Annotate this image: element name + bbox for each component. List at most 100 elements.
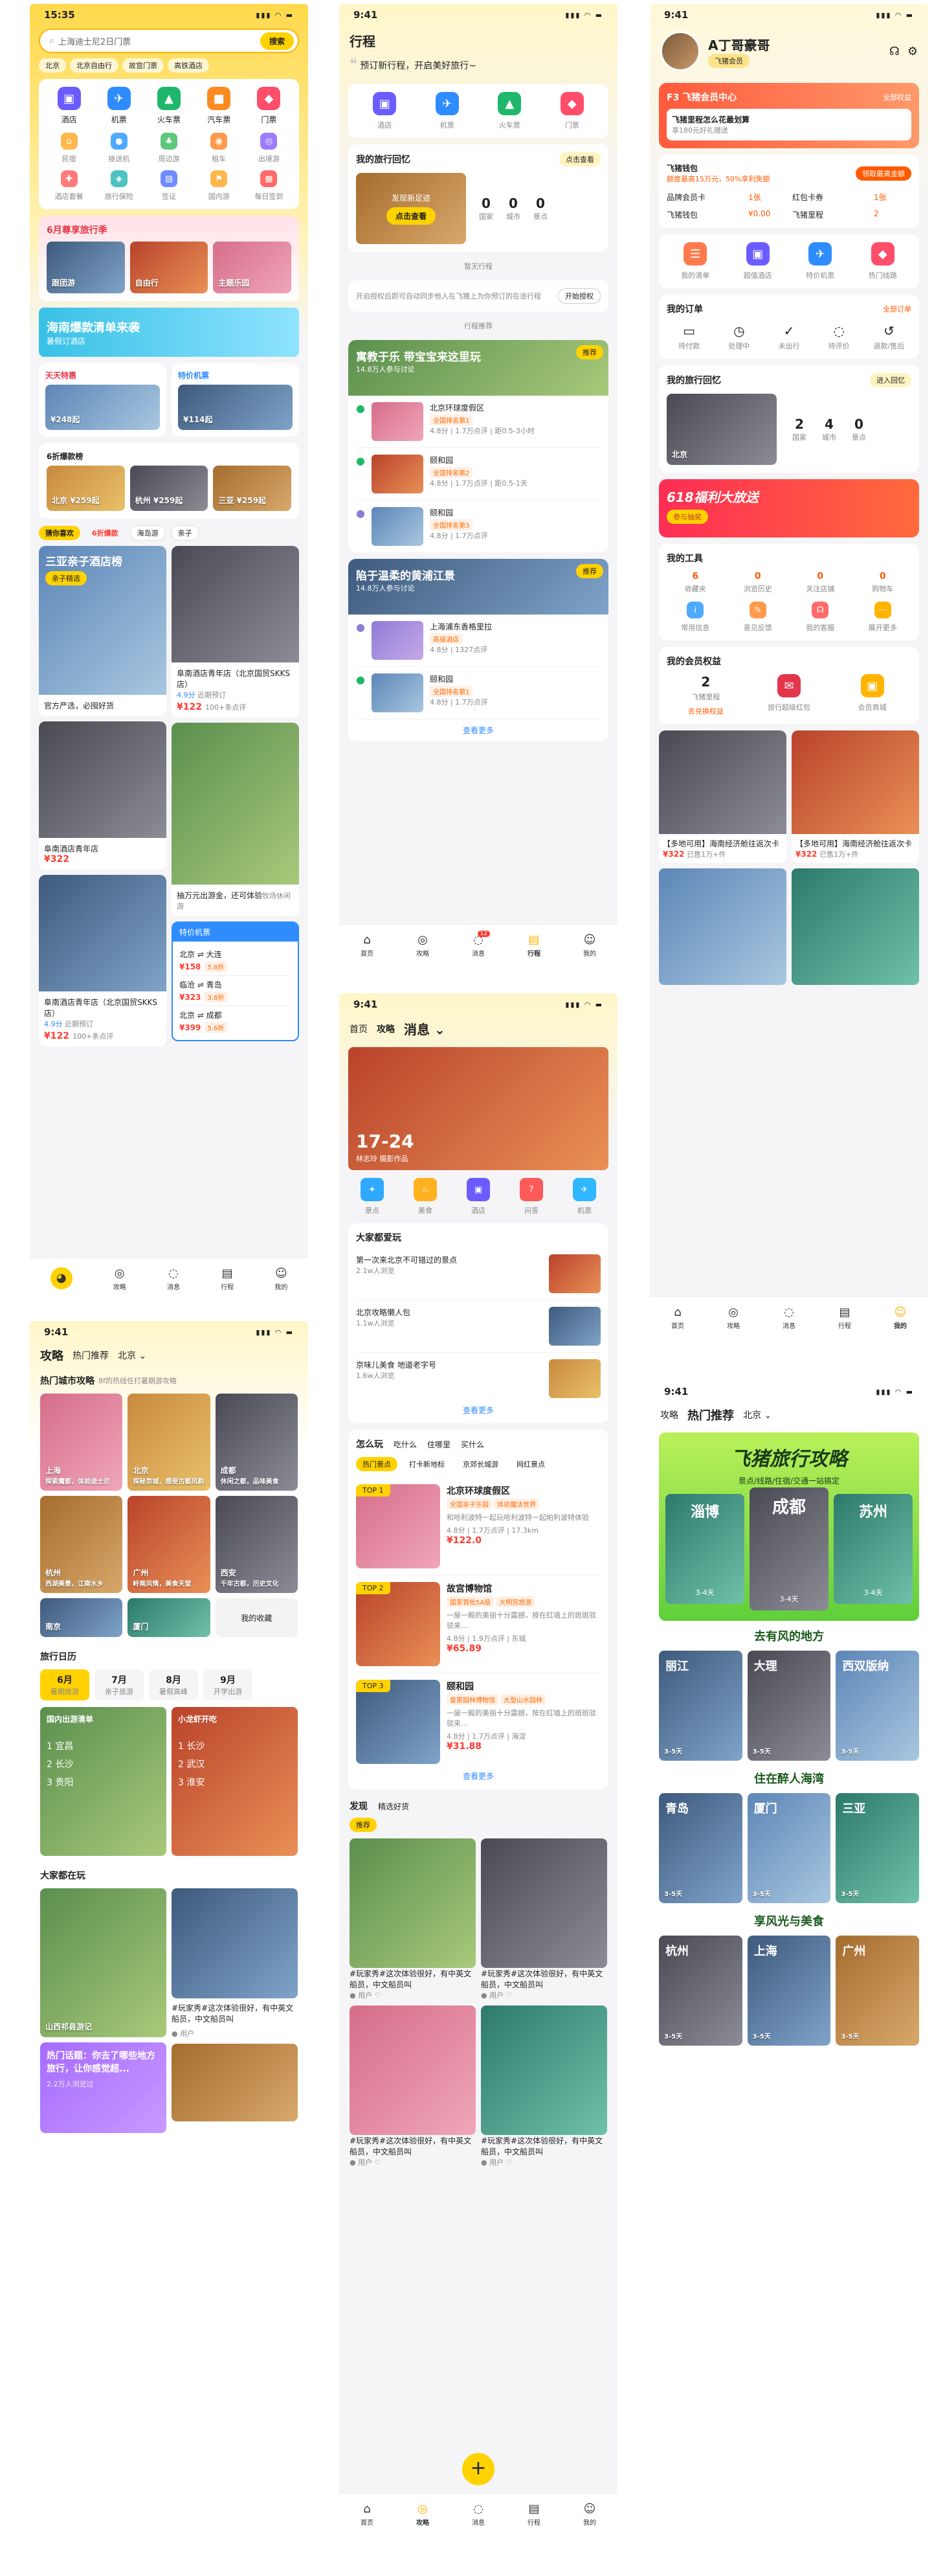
618-banner[interactable]: 618福利大放送 参与抽奖: [659, 479, 919, 537]
product-card[interactable]: [659, 868, 786, 985]
rank-tile[interactable]: 北京 ¥259起: [47, 466, 125, 511]
tab-mine[interactable]: ☺ 我的: [274, 1267, 287, 1291]
avatar[interactable]: [660, 31, 700, 71]
view-more-link[interactable]: 查看更多: [348, 719, 608, 741]
feed-card[interactable]: 阜南酒店青年店（北京国贸SKKS店） 4.9分 近期预订 ¥122 100+条点…: [39, 875, 166, 1046]
cat-hotel[interactable]: ▣ 酒店: [454, 1178, 502, 1215]
calendar-card[interactable]: 小龙虾开吃 1 长沙 2 武汉 3 淮安: [172, 1707, 298, 1856]
feed-card[interactable]: 三亚亲子酒店榜 亲子精选 官方严选，必囤好货: [39, 546, 166, 716]
month-tab[interactable]: 9月 开学出游: [203, 1669, 252, 1700]
book-train[interactable]: ▲ 火车票: [481, 92, 539, 130]
tab-message[interactable]: ◌ 消息: [472, 2502, 485, 2527]
feed-tab[interactable]: 亲子: [170, 525, 199, 541]
order-status[interactable]: ✓ 未出行: [766, 323, 811, 351]
top-city-card[interactable]: 淄博 3-4天: [665, 1494, 744, 1604]
spot-item[interactable]: TOP 3 颐和园 皇家园林博物馆 大型山水园林 一屋一殿的美丽十分震撼，按在红墙上的…: [356, 1673, 601, 1770]
city-card[interactable]: 广州 岭南风情，美食天堂: [128, 1496, 210, 1593]
tab-guide[interactable]: ◎ 攻略: [113, 1267, 126, 1291]
tool-stat[interactable]: 0 购物车: [854, 571, 912, 594]
promo-tile[interactable]: 自由行: [129, 242, 208, 293]
sub-service[interactable]: ▤ 签证: [146, 170, 191, 201]
city-card[interactable]: 大理 3-5天: [747, 1651, 831, 1761]
quick-tag[interactable]: 高铁酒店: [168, 58, 209, 73]
tab-guide[interactable]: ◎ 攻略: [727, 1305, 740, 1330]
city-card[interactable]: 三亚 3-5天: [836, 1793, 919, 1903]
city-card[interactable]: 广州 3-5天: [836, 1936, 919, 2046]
flight-deal-row[interactable]: 北京 ⇌ 大连 ¥158 5.8折: [179, 945, 291, 976]
post-card[interactable]: #玩家秀#这次体验很好，有中英文船员，中文船员叫 ● 用户 ♡: [350, 1838, 476, 2000]
daily-deal-card[interactable]: 天天特惠 ¥248起: [39, 363, 166, 436]
city-card[interactable]: 上海 探索魔都，体验迪士尼: [40, 1394, 123, 1491]
quick-tag[interactable]: 故宫门票: [122, 58, 164, 73]
memory-thumb[interactable]: 北京: [667, 394, 777, 465]
all-orders-link[interactable]: 全部订单: [883, 304, 911, 314]
book-hotel[interactable]: ▣ 酒店: [356, 92, 414, 130]
tab-message[interactable]: ◌ 消息: [783, 1305, 795, 1330]
tab-message[interactable]: ◌ 消息: [167, 1267, 180, 1291]
feed-tab[interactable]: 海岛游: [129, 525, 166, 541]
how-tab[interactable]: 吃什么: [394, 1439, 417, 1450]
sub-service[interactable]: ▦ 每日签到: [247, 170, 291, 201]
tool-entry[interactable]: ⋯ 展开更多: [854, 602, 912, 633]
city-select[interactable]: 北京 ⌄: [118, 1349, 146, 1362]
view-more-link[interactable]: 查看更多: [356, 1405, 601, 1416]
tab-mine[interactable]: ☺ 我的: [894, 1305, 907, 1330]
love-item[interactable]: 第一次来北京不可错过的景点 2.1w人浏览: [356, 1248, 601, 1300]
promo-tile[interactable]: 主题乐园: [213, 242, 291, 293]
tab-guide[interactable]: 攻略: [40, 1347, 63, 1364]
cat-spot[interactable]: ✦ 景点: [348, 1178, 396, 1215]
post-card[interactable]: #玩家秀#这次体验很好，有中英文船员，中文船员叫 ● 用户 ♡: [481, 1838, 607, 2000]
city-card[interactable]: 北京 探秘京城，感受古都风韵: [128, 1394, 210, 1491]
city-card[interactable]: 青岛 3-5天: [659, 1793, 742, 1903]
hainan-banner[interactable]: 海南爆款清单来袭 暑假订酒店: [39, 308, 299, 357]
feed-tab[interactable]: 6折爆款: [85, 526, 125, 540]
post-card[interactable]: #玩家秀#这次体验很好，有中英文船员，中文船员叫 ● 用户 ♡: [350, 2005, 476, 2167]
recommend-banner[interactable]: 寓教于乐 带宝宝来这里玩 14.8万人参与讨论 推荐: [348, 340, 608, 396]
tab-guide[interactable]: ◎ 攻略: [416, 2502, 429, 2527]
add-post-button[interactable]: +: [462, 2453, 495, 2485]
spot-item[interactable]: TOP 2 故宫博物馆 国家首批5A级 大明宫旅游 一屋一殿的美丽十分震撼，按在红墙上…: [356, 1576, 601, 1673]
feed-card[interactable]: 抽万元出游金，还可体验牧场休闲游: [172, 723, 299, 916]
memory-view-button[interactable]: 点击查看: [559, 152, 601, 166]
tab-hot[interactable]: 热门推荐: [72, 1349, 109, 1362]
order-status[interactable]: ◌ 待评价: [817, 323, 862, 351]
poi-item[interactable]: ● 上海浦东香格里拉 高级酒店 4.8分 | 1327点评: [356, 615, 601, 667]
vip-item[interactable]: 2 飞猪里程 去兑换权益: [667, 674, 745, 716]
feed-card[interactable]: 阜南酒店青年店（北京国贸SKKS店） 4.9分 近期预订 ¥122 100+条点…: [172, 546, 299, 717]
product-card[interactable]: 【多地可用】海南经济舱往返次卡 ¥322 已售1万+件: [659, 730, 786, 863]
question-card[interactable]: 热门话题：你去了哪些地方旅行，让你感觉超... 2.2万人浏览过: [40, 2042, 166, 2133]
tool-stat[interactable]: 6 收藏夹: [667, 571, 724, 594]
tab-guide[interactable]: 攻略: [660, 1408, 678, 1421]
sub-service[interactable]: ● 接送机: [96, 133, 141, 164]
find-tab[interactable]: 发现: [350, 1800, 368, 1813]
tab-message[interactable]: ◌ 消息 12: [472, 930, 490, 958]
tool-entry[interactable]: ☊ 我的客服: [792, 602, 849, 633]
city-card[interactable]: 厦门 3-5天: [747, 1793, 831, 1903]
quick-entry[interactable]: ✈ 特价机票: [792, 242, 849, 280]
tab-mine[interactable]: ☺ 我的: [583, 2502, 596, 2527]
flight-deals-card[interactable]: 特价机票 北京 ⇌ 大连 ¥158 5.8折 临沧 ⇌ 青岛 ¥323 3.8折 北…: [172, 921, 299, 1041]
tab-hot[interactable]: 攻略: [377, 1022, 395, 1035]
book-flight[interactable]: ✈ 机票: [419, 92, 476, 130]
tool-entry[interactable]: i 常用信息: [667, 602, 724, 633]
sub-service[interactable]: ◈ 旅行保险: [96, 170, 141, 201]
how-tab-active[interactable]: 怎么玩: [356, 1438, 383, 1451]
search-bar[interactable]: ⌕ 上海迪士尼2日门票 搜索: [39, 28, 299, 53]
service-hotel[interactable]: ▣ 酒店: [47, 87, 91, 125]
search-button[interactable]: 搜索: [260, 32, 294, 50]
order-status[interactable]: ◷ 处理中: [717, 323, 761, 351]
tool-stat[interactable]: 0 关注店铺: [792, 571, 849, 594]
city-card[interactable]: 西双版纳 3-5天: [836, 1651, 919, 1761]
tab-home[interactable]: ◕: [50, 1267, 72, 1291]
favorites-button[interactable]: 我的收藏: [215, 1598, 298, 1637]
product-card[interactable]: 【多地可用】海南经济舱往返次卡 ¥322 已售1万+件: [792, 730, 919, 863]
quick-entry[interactable]: ◆ 热门线路: [854, 242, 912, 280]
promo-tile[interactable]: 跟团游: [47, 242, 125, 293]
sub-service[interactable]: ♣ 周边游: [146, 133, 191, 164]
play-card[interactable]: 山西祁县游记: [40, 1888, 166, 2037]
play-card[interactable]: [172, 2044, 298, 2121]
tab-trip[interactable]: ▤ 行程: [221, 1267, 234, 1291]
cat-food[interactable]: ♨ 美食: [401, 1178, 449, 1215]
post-card[interactable]: #玩家秀#这次体验很好，有中英文船员，中文船员叫 ● 用户 ♡: [481, 2005, 607, 2167]
sub-service[interactable]: ✚ 酒店套餐: [47, 170, 91, 201]
